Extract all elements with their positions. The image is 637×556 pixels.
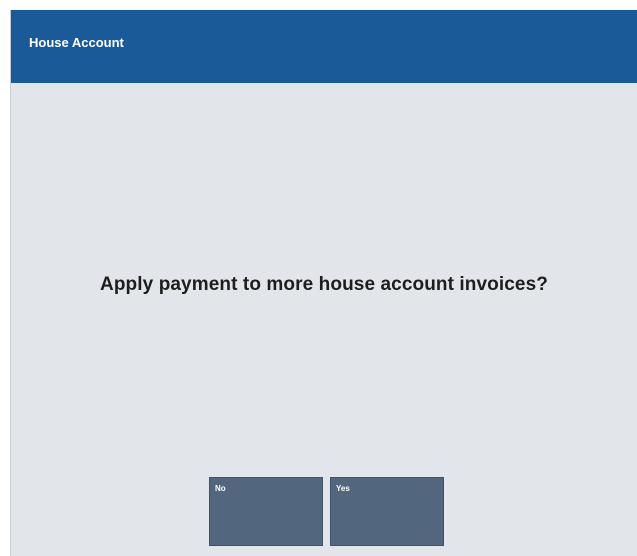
yes-button[interactable]: Yes <box>330 477 444 546</box>
house-account-dialog: House Account Apply payment to more hous… <box>10 10 637 556</box>
yes-button-label: Yes <box>336 484 350 493</box>
no-button[interactable]: No <box>209 477 323 546</box>
prompt-message: Apply payment to more house account invo… <box>100 274 548 295</box>
title-bar: House Account <box>11 10 637 83</box>
no-button-label: No <box>215 484 226 493</box>
dialog-title: House Account <box>29 35 124 50</box>
